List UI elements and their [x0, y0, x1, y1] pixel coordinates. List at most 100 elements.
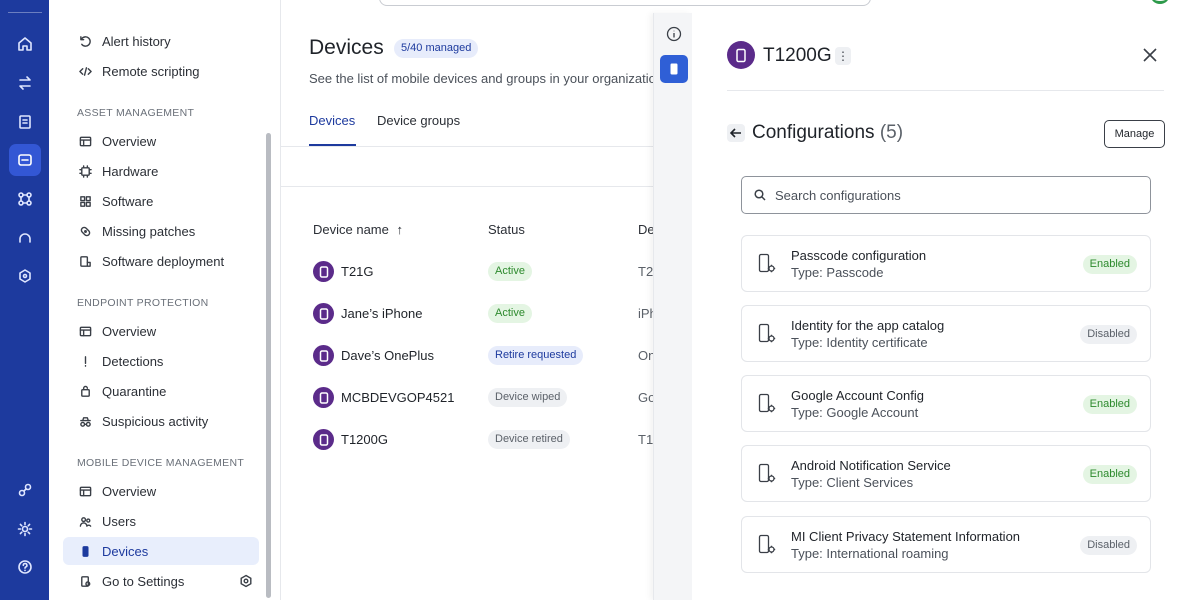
status-badge: Device wiped — [488, 388, 568, 407]
home-icon[interactable] — [9, 28, 41, 60]
device-name[interactable]: Dave’s OnePlus — [341, 348, 434, 363]
sidebar-item-software[interactable]: Software — [63, 187, 259, 215]
device-type: T12 — [638, 432, 654, 447]
device-avatar — [313, 261, 334, 282]
sidebar-item-software-deployment[interactable]: Software deployment — [63, 247, 259, 275]
info-icon[interactable] — [666, 26, 682, 42]
tab-device-groups[interactable]: Device groups — [377, 113, 460, 128]
help-icon[interactable] — [9, 551, 41, 583]
patch-icon — [77, 223, 93, 239]
sidebar-item-label: Remote scripting — [102, 63, 200, 79]
configuration-type: Type: Identity certificate — [791, 335, 928, 350]
manage-button[interactable]: Manage — [1104, 120, 1165, 148]
table-row[interactable]: MCBDEVGOP4521 Device wiped Go — [313, 387, 654, 409]
device-avatar — [313, 345, 334, 366]
section-title-asset-management: ASSET MANAGEMENT — [77, 107, 195, 119]
status-badge: Active — [488, 304, 532, 323]
configuration-card[interactable]: Google Account Config Type: Google Accou… — [741, 375, 1151, 432]
code-icon — [77, 63, 93, 79]
sidebar-item-alert-history[interactable]: Alert history — [63, 27, 259, 55]
sidebar-item-mdm-overview[interactable]: Overview — [63, 477, 259, 505]
sidebar-item-label: Hardware — [102, 163, 159, 179]
sidebar-item-asset-overview[interactable]: Overview — [63, 127, 259, 155]
sidebar-item-endpoint-overview[interactable]: Overview — [63, 317, 259, 345]
overview-icon — [77, 133, 93, 149]
sidebar-item-remote-scripting[interactable]: Remote scripting — [63, 57, 259, 85]
configuration-card[interactable]: Android Notification Service Type: Clien… — [741, 445, 1151, 502]
connections-icon[interactable] — [9, 474, 41, 506]
transfer-icon[interactable] — [9, 67, 41, 99]
settings-link-icon — [77, 573, 93, 589]
sidebar-item-label: Missing patches — [102, 223, 196, 239]
status-badge: Disabled — [1080, 325, 1137, 344]
configuration-name: Google Account Config — [791, 388, 924, 403]
device-tab-button[interactable] — [660, 55, 688, 83]
configuration-type: Type: International roaming — [791, 546, 949, 561]
sidebar-item-label: Detections — [102, 353, 164, 369]
managed-count-badge: 5/40 managed — [394, 39, 479, 58]
sort-ascending-icon: ↑ — [396, 222, 404, 237]
overview-icon — [77, 323, 93, 339]
sidebar-item-label: Software deployment — [102, 253, 225, 269]
table-row[interactable]: T1200G Device retired T12 — [313, 429, 654, 451]
user-avatar[interactable] — [1150, 0, 1170, 4]
rail-divider — [8, 12, 42, 13]
integrations-icon[interactable] — [9, 183, 41, 215]
sidebar-item-missing-patches[interactable]: Missing patches — [63, 217, 259, 245]
status-badge: Active — [488, 262, 532, 281]
table-row[interactable]: Jane’s iPhone Active iPh — [313, 303, 654, 325]
configuration-name: Android Notification Service — [791, 458, 951, 473]
status-badge: Device retired — [488, 430, 570, 449]
tab-devices[interactable]: Devices — [309, 113, 355, 128]
spy-icon — [77, 413, 93, 429]
configurations-search[interactable] — [741, 176, 1151, 214]
more-options-icon[interactable]: ⋮ — [835, 47, 851, 65]
configuration-name: MI Client Privacy Statement Information — [791, 529, 1021, 544]
devices-nav-icon[interactable] — [9, 144, 41, 176]
sidebar-item-label: Alert history — [102, 33, 171, 49]
status-badge: Enabled — [1082, 465, 1137, 484]
sidebar-item-users[interactable]: Users — [63, 507, 259, 535]
security-icon[interactable] — [9, 260, 41, 292]
configuration-card[interactable]: Identity for the app catalog Type: Ident… — [741, 305, 1151, 362]
configuration-card[interactable]: MI Client Privacy Statement Information … — [741, 516, 1151, 573]
configuration-type: Type: Passcode — [791, 265, 884, 280]
device-avatar — [313, 387, 334, 408]
support-icon[interactable] — [9, 222, 41, 254]
back-arrow-icon[interactable] — [727, 124, 745, 142]
sidebar-scrollbar[interactable] — [266, 133, 271, 598]
phone-settings-icon — [757, 534, 777, 556]
users-icon — [77, 513, 93, 529]
sidebar-item-suspicious-activity[interactable]: Suspicious activity — [63, 407, 259, 435]
sidebar-item-quarantine[interactable]: Quarantine — [63, 377, 259, 405]
table-row[interactable]: T21G Active T21 — [313, 261, 654, 283]
settings-icon[interactable] — [9, 513, 41, 545]
table-row[interactable]: Dave’s OnePlus Retire requested On — [313, 345, 654, 367]
global-search-input[interactable] — [379, 0, 871, 6]
sidebar-item-detections[interactable]: Detections — [63, 347, 259, 375]
sidebar-item-devices[interactable]: Devices — [63, 537, 259, 565]
sidebar-item-label: Overview — [102, 323, 157, 339]
phone-icon — [670, 63, 678, 75]
device-type: T21 — [638, 264, 654, 279]
phone-settings-icon — [757, 463, 777, 485]
section-title-mobile-device-management: MOBILE DEVICE MANAGEMENT — [77, 457, 245, 469]
device-name[interactable]: T21G — [341, 264, 374, 279]
device-name[interactable]: Jane’s iPhone — [341, 306, 422, 321]
search-input[interactable] — [775, 187, 1135, 203]
device-name[interactable]: MCBDEVGOP4521 — [341, 390, 454, 405]
configuration-card[interactable]: Passcode configuration Type: Passcode En… — [741, 235, 1151, 292]
main-content: Devices 5/40 managed See the list of mob… — [281, 0, 663, 600]
sidebar-item-go-to-settings[interactable]: Go to Settings — [63, 567, 259, 595]
device-name[interactable]: T1200G — [341, 432, 388, 447]
search-icon — [754, 189, 766, 201]
quarantine-icon — [77, 383, 93, 399]
section-title-endpoint-protection: ENDPOINT PROTECTION — [77, 297, 209, 309]
sidebar-item-hardware[interactable]: Hardware — [63, 157, 259, 185]
panel-tab-rail — [653, 13, 692, 600]
reports-icon[interactable] — [9, 106, 41, 138]
close-icon[interactable] — [1141, 46, 1159, 64]
column-header-device-name[interactable]: Device name ↑ — [313, 222, 403, 237]
device-detail-panel: T1200G ⋮ Configurations (5) Manage Passc… — [692, 13, 1200, 600]
column-header-status[interactable]: Status — [488, 222, 525, 237]
